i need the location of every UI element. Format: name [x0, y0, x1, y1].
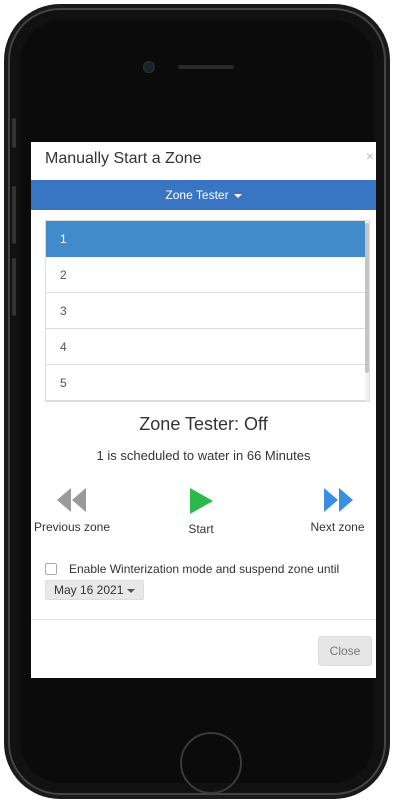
- volume-up-button: [12, 186, 16, 244]
- modal-header: Manually Start a Zone ×: [31, 142, 376, 181]
- zone-list: 1 2 3 4 5: [45, 220, 370, 402]
- mute-switch: [12, 118, 16, 148]
- caret-down-icon: [233, 193, 242, 198]
- home-button[interactable]: [180, 732, 242, 794]
- modal-title: Manually Start a Zone: [45, 150, 202, 167]
- date-dropdown[interactable]: May 16 2021: [45, 580, 145, 600]
- volume-down-button: [12, 258, 16, 316]
- start-button[interactable]: Start: [171, 488, 231, 536]
- previous-zone-label: Previous zone: [33, 520, 111, 534]
- scrollbar-thumb[interactable]: [365, 223, 369, 373]
- previous-zone-button[interactable]: Previous zone: [31, 488, 113, 534]
- zone-item[interactable]: 4: [46, 329, 369, 365]
- start-label: Start: [188, 522, 214, 536]
- app-screen: Manually Start a Zone × Zone Tester 1 2 …: [31, 142, 376, 678]
- zone-item[interactable]: 2: [46, 257, 369, 293]
- caret-down-icon: [127, 588, 136, 593]
- fast-forward-icon: [323, 488, 353, 512]
- zone-item[interactable]: 3: [46, 293, 369, 329]
- dropdown-label: Zone Tester: [165, 188, 229, 202]
- zone-tester-dropdown[interactable]: Zone Tester: [31, 180, 376, 210]
- camera-icon: [144, 62, 154, 72]
- winterization-checkbox[interactable]: [45, 563, 57, 575]
- rewind-icon: [57, 488, 86, 512]
- next-zone-button[interactable]: Next zone: [299, 488, 376, 534]
- winterization-label: Enable Winterization mode and suspend zo…: [69, 562, 340, 576]
- speaker-grille: [178, 65, 234, 69]
- zone-item[interactable]: 1: [46, 221, 369, 257]
- zone-item[interactable]: 5: [46, 365, 369, 401]
- close-button[interactable]: Close: [318, 636, 372, 666]
- schedule-text: 1 is scheduled to water in 66 Minutes: [96, 448, 311, 463]
- close-icon[interactable]: ×: [366, 148, 374, 164]
- zone-status-title: Zone Tester: Off: [139, 414, 268, 434]
- play-icon: [190, 488, 213, 514]
- modal-footer: Close: [31, 619, 376, 678]
- next-zone-label: Next zone: [310, 520, 365, 534]
- date-value: May 16 2021: [54, 583, 124, 597]
